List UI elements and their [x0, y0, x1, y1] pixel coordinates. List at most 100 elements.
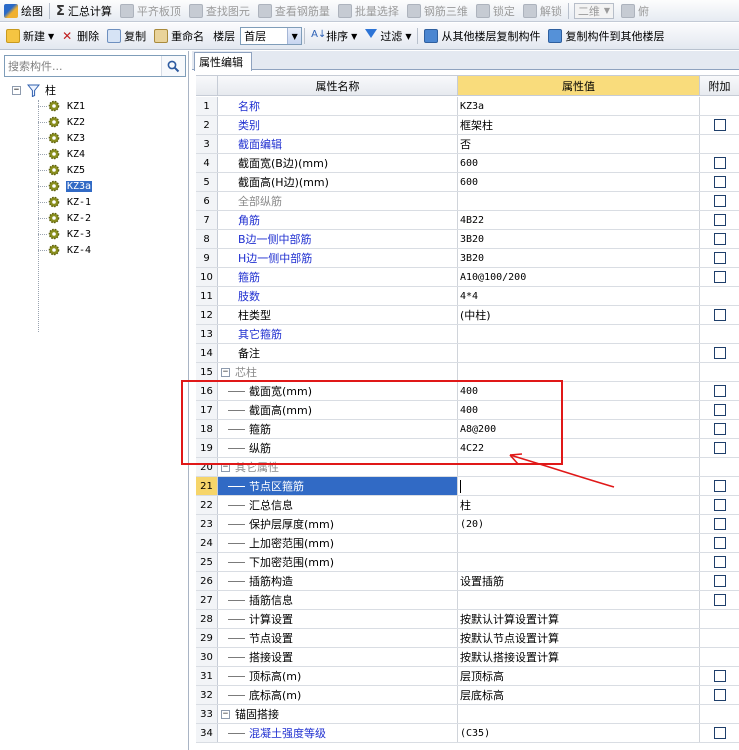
search-button[interactable] — [161, 56, 185, 76]
property-value-cell[interactable]: A10@100/200 — [458, 268, 700, 286]
property-value-cell[interactable] — [458, 363, 700, 381]
extra-checkbox[interactable] — [713, 670, 726, 682]
property-value-cell[interactable] — [458, 458, 700, 476]
table-row[interactable]: 19 纵筋 4C22 — [196, 439, 739, 458]
extra-checkbox[interactable] — [713, 556, 726, 568]
tree-item[interactable]: KZ1 — [0, 98, 188, 114]
property-name-cell[interactable]: 上加密范围(mm) — [218, 534, 458, 552]
tree-root[interactable]: − 柱 — [0, 82, 188, 98]
table-row[interactable]: 28 计算设置 按默认计算设置计算 — [196, 610, 739, 629]
property-value-cell[interactable] — [458, 344, 700, 362]
property-name-cell[interactable]: 箍筋 — [218, 420, 458, 438]
table-row[interactable]: 14 备注 — [196, 344, 739, 363]
property-value-cell[interactable] — [458, 553, 700, 571]
table-row[interactable]: 21 节点区箍筋 — [196, 477, 739, 496]
table-row[interactable]: 6 全部纵筋 — [196, 192, 739, 211]
table-row[interactable]: 13 其它箍筋 — [196, 325, 739, 344]
collapse-icon[interactable]: − — [221, 462, 230, 472]
property-value-cell[interactable]: 按默认计算设置计算 — [458, 610, 700, 628]
property-value-cell[interactable]: KZ3a — [458, 97, 700, 115]
tree-item[interactable]: KZ4 — [0, 146, 188, 162]
property-name-cell[interactable]: 名称 — [218, 97, 458, 115]
table-row[interactable]: 26 插筋构造 设置插筋 — [196, 572, 739, 591]
extra-checkbox[interactable] — [713, 727, 726, 739]
property-value-cell[interactable]: 400 — [458, 382, 700, 400]
extra-checkbox[interactable] — [713, 423, 726, 435]
property-name-cell[interactable]: 节点区箍筋 — [218, 477, 458, 495]
table-row[interactable]: 18 箍筋 A8@200 — [196, 420, 739, 439]
extra-checkbox[interactable] — [713, 518, 726, 530]
level-slab-button[interactable]: 平齐板顶 — [116, 1, 185, 21]
tab-property-edit[interactable]: 属性编辑 — [194, 52, 252, 71]
table-row[interactable]: 20− 其它属性 — [196, 458, 739, 477]
property-name-cell[interactable]: 全部纵筋 — [218, 192, 458, 210]
property-name-cell[interactable]: 截面编辑 — [218, 135, 458, 153]
property-name-cell[interactable]: − 芯柱 — [218, 363, 458, 381]
property-name-cell[interactable]: 截面宽(mm) — [218, 382, 458, 400]
property-name-cell[interactable]: 底标高(m) — [218, 686, 458, 704]
property-name-cell[interactable]: 混凝土强度等级 — [218, 724, 458, 742]
property-name-cell[interactable]: 搭接设置 — [218, 648, 458, 666]
calc-summary-button[interactable]: Σ 汇总计算 — [52, 1, 116, 21]
tree-item[interactable]: KZ5 — [0, 162, 188, 178]
unlock-button[interactable]: 解锁 — [519, 1, 566, 21]
table-row[interactable]: 24 上加密范围(mm) — [196, 534, 739, 553]
extra-checkbox[interactable] — [713, 575, 726, 587]
find-element-button[interactable]: 查找图元 — [185, 1, 254, 21]
property-name-cell[interactable]: 下加密范围(mm) — [218, 553, 458, 571]
property-name-cell[interactable]: B边一侧中部筋 — [218, 230, 458, 248]
search-input[interactable] — [5, 57, 161, 75]
property-name-cell[interactable]: 汇总信息 — [218, 496, 458, 514]
property-value-cell[interactable]: (中柱) — [458, 306, 700, 324]
tree-item[interactable]: KZ-2 — [0, 210, 188, 226]
table-row[interactable]: 3 截面编辑 否 — [196, 135, 739, 154]
table-row[interactable]: 15− 芯柱 — [196, 363, 739, 382]
table-row[interactable]: 16 截面宽(mm) 400 — [196, 382, 739, 401]
extra-checkbox[interactable] — [713, 442, 726, 454]
property-name-cell[interactable]: 肢数 — [218, 287, 458, 305]
property-name-cell[interactable]: 插筋信息 — [218, 591, 458, 609]
table-row[interactable]: 8 B边一侧中部筋 3B20 — [196, 230, 739, 249]
property-value-cell[interactable]: 按默认搭接设置计算 — [458, 648, 700, 666]
rebar-3d-button[interactable]: 钢筋三维 — [403, 1, 472, 21]
extra-checkbox[interactable] — [713, 594, 726, 606]
table-row[interactable]: 30 搭接设置 按默认搭接设置计算 — [196, 648, 739, 667]
table-row[interactable]: 31 顶标高(m) 层顶标高 — [196, 667, 739, 686]
extra-checkbox[interactable] — [713, 195, 726, 207]
property-value-cell[interactable]: 层顶标高 — [458, 667, 700, 685]
table-row[interactable]: 34 混凝土强度等级 (C35) — [196, 724, 739, 743]
tree-item[interactable]: KZ-1 — [0, 194, 188, 210]
property-name-cell[interactable]: 纵筋 — [218, 439, 458, 457]
extra-checkbox[interactable] — [713, 499, 726, 511]
property-value-cell[interactable]: 4B22 — [458, 211, 700, 229]
tree-item[interactable]: KZ-3 — [0, 226, 188, 242]
table-row[interactable]: 2 类别 框架柱 — [196, 116, 739, 135]
view-mode-select[interactable]: 二维 ▼ — [573, 2, 615, 19]
property-value-cell[interactable]: 按默认节点设置计算 — [458, 629, 700, 647]
top-view-button[interactable]: 俯 — [617, 1, 653, 21]
property-name-cell[interactable]: 箍筋 — [218, 268, 458, 286]
view-rebar-button[interactable]: 查看钢筋量 — [254, 1, 334, 21]
table-row[interactable]: 5 截面高(H边)(mm) 600 — [196, 173, 739, 192]
copy-from-floor-button[interactable]: 从其他楼层复制构件 — [420, 26, 544, 46]
property-name-cell[interactable]: 截面高(mm) — [218, 401, 458, 419]
table-row[interactable]: 29 节点设置 按默认节点设置计算 — [196, 629, 739, 648]
copy-to-floor-button[interactable]: 复制构件到其他楼层 — [544, 26, 668, 46]
property-value-cell[interactable] — [458, 192, 700, 210]
property-value-cell[interactable]: A8@200 — [458, 420, 700, 438]
property-value-cell[interactable] — [458, 325, 700, 343]
extra-checkbox[interactable] — [713, 119, 726, 131]
property-value-cell[interactable]: 3B20 — [458, 249, 700, 267]
extra-checkbox[interactable] — [713, 689, 726, 701]
property-value-cell[interactable]: 框架柱 — [458, 116, 700, 134]
property-value-cell[interactable]: 柱 — [458, 496, 700, 514]
delete-button[interactable]: ✕ 删除 — [58, 26, 103, 46]
floor-select[interactable]: 首层 ▼ — [240, 27, 303, 45]
extra-checkbox[interactable] — [713, 214, 726, 226]
property-value-cell[interactable]: 600 — [458, 173, 700, 191]
property-value-cell[interactable]: 层底标高 — [458, 686, 700, 704]
collapse-icon[interactable]: − — [221, 709, 230, 719]
table-row[interactable]: 32 底标高(m) 层底标高 — [196, 686, 739, 705]
table-row[interactable]: 33− 锚固搭接 — [196, 705, 739, 724]
property-name-cell[interactable]: 截面高(H边)(mm) — [218, 173, 458, 191]
